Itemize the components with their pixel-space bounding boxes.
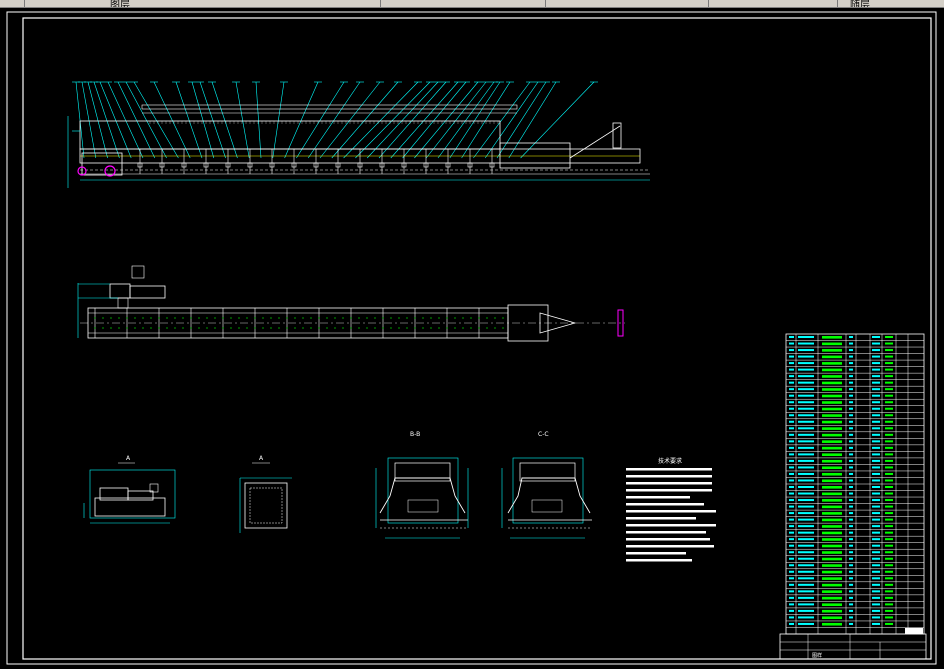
section-view-bb: B-B (375, 431, 469, 539)
toolbar-icons-group[interactable] (0, 0, 25, 7)
section-mark-2: A (259, 455, 264, 462)
technical-notes: 技术要求 (626, 457, 716, 562)
lineweight-dropdown[interactable] (712, 0, 838, 7)
section-mark-4: C-C (538, 431, 549, 438)
section-view-drive: A (83, 455, 176, 524)
linetype-dropdown[interactable] (548, 0, 709, 7)
plan-view (77, 265, 625, 342)
section-mark-3: B-B (410, 431, 420, 438)
color-dropdown[interactable] (385, 0, 546, 7)
cad-drawing: A A B-B C-C 技术要求 图样 (6, 11, 937, 665)
bill-of-materials (785, 333, 925, 635)
elevation-view (67, 81, 650, 188)
layer-dropdown-label[interactable]: 图层 (110, 0, 130, 7)
drawing-canvas[interactable]: A A B-B C-C 技术要求 图样 (0, 8, 944, 669)
section-view-cc: C-C (501, 431, 592, 539)
title-block-label: 图样 (812, 652, 822, 659)
section-mark-1: A (126, 455, 131, 462)
section-view-frame: A (239, 455, 292, 533)
drawing-frame (22, 17, 932, 660)
plotstyle-dropdown-label[interactable]: 随层 (850, 0, 870, 7)
notes-title: 技术要求 (658, 457, 682, 465)
title-block: 图样 (779, 628, 927, 660)
toolbar-properties-group[interactable] (320, 0, 381, 7)
cad-toolbar: 图层 随层 (0, 0, 944, 8)
